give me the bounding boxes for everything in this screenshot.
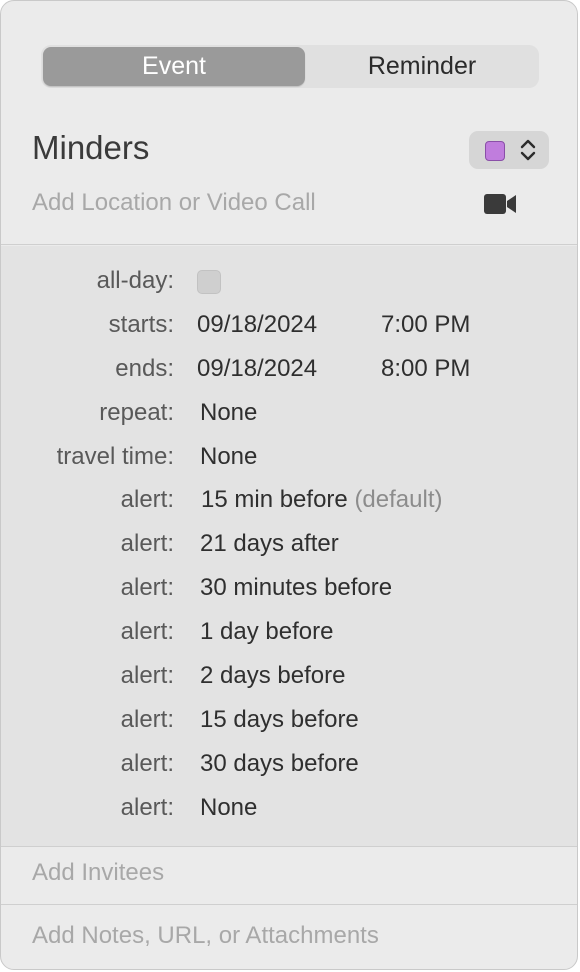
- alert-default-note: (default): [354, 486, 443, 513]
- start-date-field[interactable]: 09/18/2024: [197, 311, 317, 339]
- up-down-chevron-icon: [520, 139, 536, 161]
- alert-popup[interactable]: 15 days before: [200, 706, 359, 734]
- alert-label: alert:: [120, 794, 174, 821]
- alert-row: alert: 15 days before: [1, 706, 577, 746]
- alert-popup[interactable]: 2 days before: [200, 662, 345, 690]
- add-notes-field[interactable]: Add Notes, URL, or Attachments: [32, 922, 379, 950]
- starts-row: starts: 09/18/2024 7:00 PM: [1, 311, 577, 351]
- all-day-checkbox[interactable]: [197, 270, 221, 294]
- end-time-field[interactable]: 8:00 PM: [381, 355, 470, 383]
- alert-value: 15 min before: [201, 486, 348, 513]
- repeat-popup[interactable]: None: [200, 399, 257, 427]
- alert-row: alert: 30 minutes before: [1, 574, 577, 614]
- alert-row: alert: 15 min before (default): [1, 486, 577, 526]
- alert-row: alert: 2 days before: [1, 662, 577, 702]
- starts-label: starts:: [108, 311, 174, 338]
- alert-popup[interactable]: None: [200, 794, 257, 822]
- divider: [1, 244, 577, 245]
- alert-label: alert:: [120, 486, 174, 513]
- reminder-tab[interactable]: Reminder: [307, 47, 537, 86]
- location-field[interactable]: Add Location or Video Call: [32, 189, 316, 217]
- travel-time-row: travel time: None: [1, 443, 577, 483]
- alert-row: alert: None: [1, 794, 577, 834]
- repeat-label: repeat:: [99, 399, 174, 426]
- event-title[interactable]: Minders: [32, 129, 149, 167]
- alert-popup[interactable]: 21 days after: [200, 530, 339, 558]
- divider: [1, 846, 577, 847]
- alert-row: alert: 21 days after: [1, 530, 577, 570]
- add-invitees-field[interactable]: Add Invitees: [32, 859, 164, 887]
- end-date-field[interactable]: 09/18/2024: [197, 355, 317, 383]
- alert-label: alert:: [120, 618, 174, 645]
- calendar-color-swatch: [485, 141, 505, 161]
- ends-label: ends:: [115, 355, 174, 382]
- travel-time-label: travel time:: [56, 443, 174, 470]
- travel-time-popup[interactable]: None: [200, 443, 257, 471]
- alert-label: alert:: [120, 574, 174, 601]
- alert-popup[interactable]: 30 minutes before: [200, 574, 392, 602]
- ends-row: ends: 09/18/2024 8:00 PM: [1, 355, 577, 395]
- alert-popup[interactable]: 1 day before: [200, 618, 333, 646]
- alert-label: alert:: [120, 750, 174, 777]
- event-tab[interactable]: Event: [43, 47, 305, 86]
- alert-row: alert: 1 day before: [1, 618, 577, 658]
- event-type-segmented-control: Event Reminder: [41, 45, 539, 88]
- all-day-row: all-day:: [1, 267, 577, 307]
- alert-label: alert:: [120, 706, 174, 733]
- alert-label: alert:: [120, 530, 174, 557]
- repeat-row: repeat: None: [1, 399, 577, 439]
- divider: [1, 904, 577, 905]
- alert-popup[interactable]: 15 min before (default): [201, 486, 442, 514]
- alert-label: alert:: [120, 662, 174, 689]
- alert-popup[interactable]: 30 days before: [200, 750, 359, 778]
- start-time-field[interactable]: 7:00 PM: [381, 311, 470, 339]
- calendar-picker[interactable]: [469, 131, 549, 169]
- alert-row: alert: 30 days before: [1, 750, 577, 790]
- video-camera-icon[interactable]: [483, 193, 517, 215]
- all-day-label: all-day:: [96, 267, 174, 294]
- event-popover: Event Reminder Minders Add Location or V…: [0, 0, 578, 970]
